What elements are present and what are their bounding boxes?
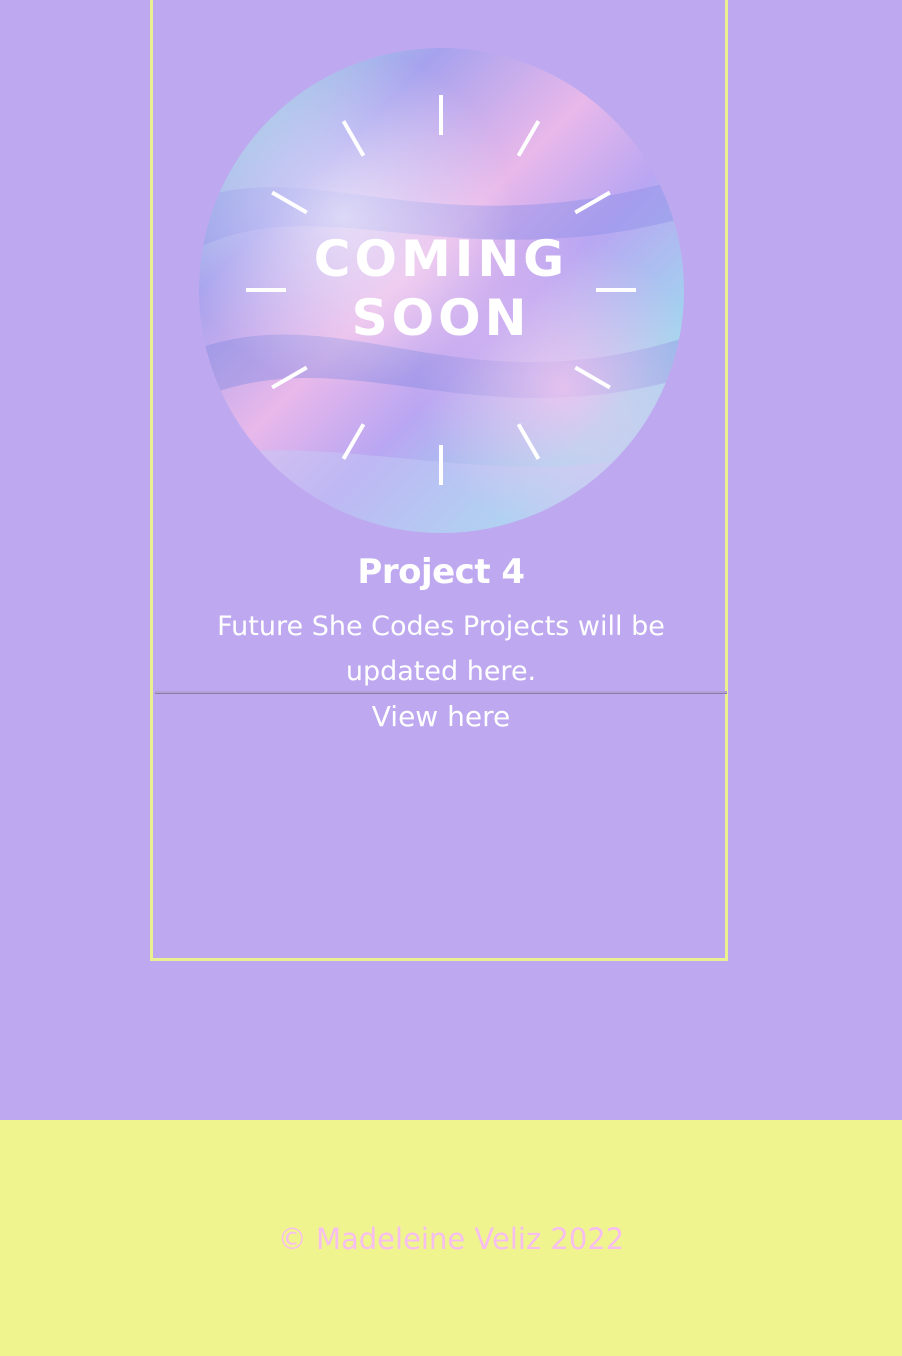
- coming-soon-burst-icon: COMING SOON: [199, 48, 684, 533]
- copyright-text: © Madeleine Veliz 2022: [277, 1222, 625, 1256]
- project-title: Project 4: [357, 552, 525, 592]
- project-description: Future She Codes Projects will be update…: [217, 611, 665, 687]
- divider: [155, 691, 727, 694]
- view-project-link[interactable]: View here: [150, 700, 732, 733]
- badge-text-line2: SOON: [352, 289, 531, 347]
- badge-text-line1: COMING: [314, 230, 568, 288]
- coming-soon-image: COMING SOON: [199, 48, 684, 533]
